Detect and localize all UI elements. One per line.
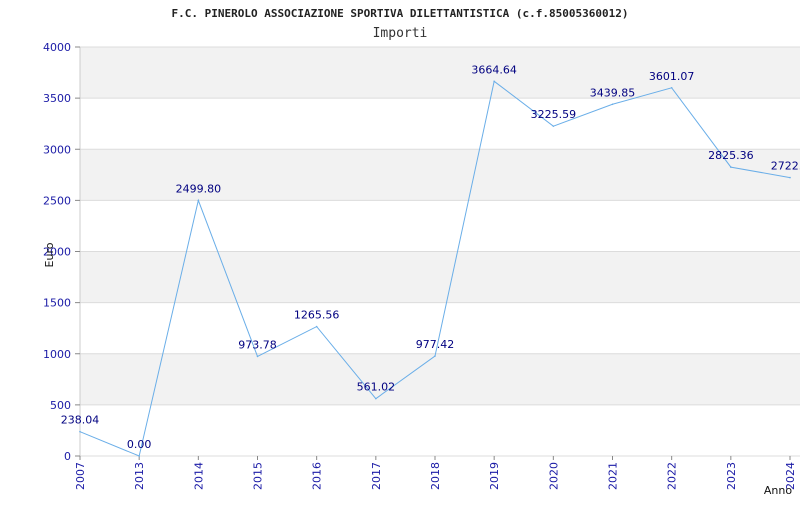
data-point — [670, 86, 673, 89]
x-tick-label: 2018 — [429, 462, 442, 490]
chart-subtitle: Importi — [373, 26, 428, 41]
x-tick-label: 2016 — [311, 462, 324, 490]
chart-container: F.C. PINEROLO ASSOCIAZIONE SPORTIVA DILE… — [0, 0, 800, 500]
data-label: 977.42 — [416, 338, 455, 351]
data-label: 3439.85 — [590, 86, 636, 99]
data-label: 3225.59 — [531, 108, 577, 121]
data-point — [493, 80, 495, 83]
y-tick-label: 1500 — [43, 297, 71, 310]
y-tick-label: 3000 — [43, 143, 71, 156]
grid-bands — [80, 47, 800, 405]
y-tick-label: 3500 — [43, 92, 71, 105]
chart-title: F.C. PINEROLO ASSOCIAZIONE SPORTIVA DILE… — [172, 7, 629, 20]
x-tick-label: 2007 — [74, 462, 87, 490]
data-point — [789, 176, 791, 179]
y-tick-label: 1000 — [43, 348, 71, 361]
data-label: 1265.56 — [294, 309, 340, 322]
y-axis-label: Euro — [43, 242, 56, 267]
x-tick-label: 2013 — [133, 462, 146, 490]
data-label: 0.00 — [127, 438, 152, 451]
x-tick-label: 2019 — [488, 462, 501, 490]
data-point — [730, 166, 732, 168]
grid-band — [80, 353, 800, 405]
data-point — [434, 355, 436, 357]
grid-band — [80, 251, 800, 303]
x-tick-label: 2022 — [666, 462, 679, 490]
data-point — [552, 125, 555, 127]
data-label: 2722.8 — [771, 160, 800, 173]
data-label: 973.78 — [238, 338, 277, 351]
data-label: 238.04 — [61, 414, 100, 427]
data-point — [138, 455, 140, 457]
x-tick-label: 2015 — [252, 462, 265, 490]
y-tick-label: 0 — [64, 450, 71, 463]
data-point — [375, 397, 377, 400]
data-point — [611, 103, 614, 106]
data-point — [197, 199, 200, 202]
data-label: 561.02 — [357, 381, 396, 394]
x-tick-label: 2020 — [547, 462, 560, 490]
data-point — [256, 355, 259, 358]
y-tick-label: 500 — [50, 399, 71, 412]
line-chart: F.C. PINEROLO ASSOCIAZIONE SPORTIVA DILE… — [43, 7, 800, 497]
x-tick-label: 2014 — [192, 462, 205, 490]
x-tick-label: 2017 — [370, 462, 383, 490]
data-label: 3664.64 — [471, 63, 517, 76]
data-point — [79, 430, 81, 433]
x-axis-label: Anno — [764, 484, 792, 497]
x-axis-ticks: 2007 2013 2014 2015 2016 2017 2018 2019 2020 2021… — [74, 456, 797, 490]
x-tick-label: 2021 — [607, 462, 620, 490]
data-label: 3601.07 — [649, 70, 695, 83]
y-tick-label: 4000 — [43, 41, 71, 54]
data-label: 2499.80 — [176, 182, 222, 195]
data-label: 2825.36 — [708, 149, 754, 162]
y-tick-label: 2500 — [43, 194, 71, 207]
data-point — [315, 325, 318, 328]
x-tick-label: 2023 — [725, 462, 738, 490]
